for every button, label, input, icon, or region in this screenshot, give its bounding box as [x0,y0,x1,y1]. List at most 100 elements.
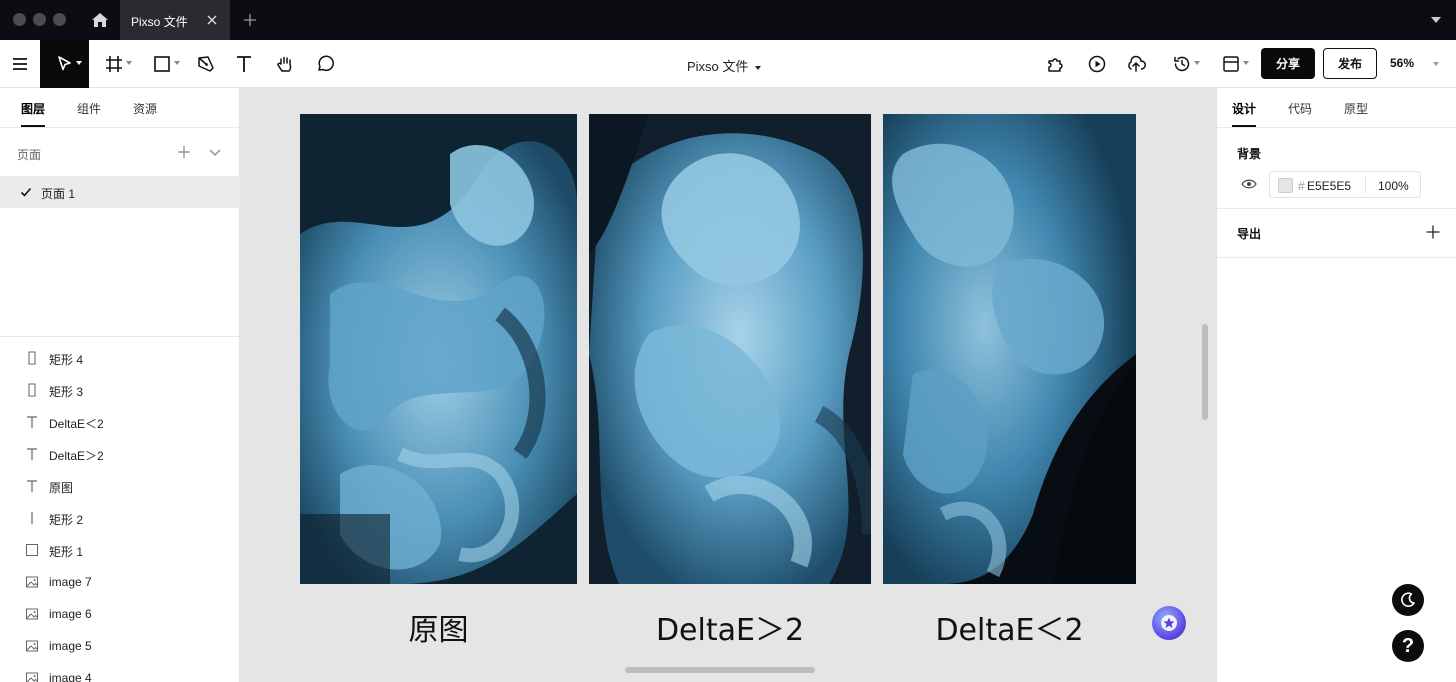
page-item-1[interactable]: 页面 1 [0,176,240,208]
active-tab-indicator [21,125,45,127]
layer-item[interactable]: DeltaE＞2 [0,438,240,470]
comment-tool-button[interactable] [309,40,341,88]
left-panel: 图层 组件 资源 页面 页面 1 矩形 4 矩形 3 DeltaE＜2 Delt… [0,88,240,682]
layer-label: image 6 [49,607,92,621]
window-close-button[interactable] [13,13,26,26]
canvas-image-deltae-gt-2[interactable] [589,114,871,584]
tab-layers[interactable]: 图层 [21,100,45,117]
canvas-image-original[interactable] [300,114,577,584]
text-icon [237,56,251,72]
plugins-button[interactable] [1042,40,1070,88]
chevron-down-icon [755,65,762,70]
caret-icon [1243,61,1249,65]
layer-item[interactable]: image 7 [0,566,240,598]
canvas-image-deltae-lt-2[interactable] [883,114,1136,584]
help-button[interactable]: ? [1392,630,1424,662]
eye-icon[interactable] [1241,178,1257,190]
background-section-title: 背景 [1237,147,1262,161]
frame-tool-button[interactable] [96,40,132,88]
add-page-plus-icon[interactable] [176,144,192,160]
theme-toggle-button[interactable] [1392,584,1424,616]
shape-tool-button[interactable] [144,40,180,88]
divider [0,336,240,337]
horizontal-scrollbar[interactable] [625,667,815,673]
cloud-upload-icon [1128,55,1146,72]
caret-icon [76,61,82,65]
tab-prototype[interactable]: 原型 [1344,100,1368,117]
pen-icon [198,56,214,72]
moon-icon [1401,592,1415,607]
text-icon [25,479,39,493]
history-button[interactable] [1164,40,1200,88]
upload-button[interactable] [1122,40,1150,88]
publish-button[interactable]: 发布 [1323,48,1377,79]
window-minimize-button[interactable] [33,13,46,26]
layer-item[interactable]: 矩形 2 [0,502,240,534]
rect-tall-icon [25,351,39,365]
layer-item[interactable]: DeltaE＜2 [0,406,240,438]
line-icon [25,511,39,525]
layout-button[interactable] [1213,40,1249,88]
hand-tool-button[interactable] [269,40,301,88]
background-opacity-input[interactable]: 100% [1378,179,1409,193]
document-title-button[interactable]: Pixso 文件 [687,56,762,75]
close-icon[interactable] [204,12,220,28]
color-swatch[interactable] [1278,178,1293,193]
tab-components[interactable]: 组件 [77,100,101,117]
background-hex-input[interactable]: E5E5E5 [1307,179,1351,193]
text-icon [25,415,39,429]
window-maximize-button[interactable] [53,13,66,26]
toolbar: Pixso 文件 分享 发布 56% [0,40,1456,88]
layer-item[interactable]: image 4 [0,662,240,682]
chevron-down-icon[interactable] [1428,13,1444,27]
text-icon [25,447,39,461]
chevron-down-icon[interactable] [207,144,223,160]
pen-tool-button[interactable] [190,40,222,88]
file-tab-label: Pixso 文件 [131,15,188,29]
home-icon[interactable] [86,8,114,32]
document-title: Pixso 文件 [687,59,749,74]
image-icon [25,575,39,589]
star-icon [1161,615,1177,631]
layer-item[interactable]: 矩形 3 [0,374,240,406]
layer-item[interactable]: image 6 [0,598,240,630]
zoom-level[interactable]: 56% [1390,56,1414,70]
caption-deltae-gt-2[interactable]: DeltaE＞2 [589,605,871,649]
design-canvas[interactable]: 原图 DeltaE＞2 DeltaE＜2 [240,88,1216,682]
tab-assets[interactable]: 资源 [133,100,157,117]
ai-assistant-button[interactable] [1152,606,1186,640]
tab-code[interactable]: 代码 [1288,100,1312,117]
right-panel: 设计 代码 原型 背景 # E5E5E5 100% 导出 ? [1216,88,1456,682]
layer-item[interactable]: 原图 [0,470,240,502]
layer-label: 矩形 3 [49,385,84,399]
layer-item[interactable]: image 5 [0,630,240,662]
background-color-field[interactable]: # E5E5E5 100% [1269,171,1421,198]
caption-original[interactable]: 原图 [300,605,577,649]
vertical-scrollbar[interactable] [1202,324,1208,420]
file-tab[interactable]: Pixso 文件 [120,0,230,40]
add-export-plus-icon[interactable] [1425,224,1441,240]
layer-label: 矩形 4 [49,353,84,367]
play-icon [1088,55,1106,73]
rectangle-icon [154,56,170,72]
share-button[interactable]: 分享 [1261,48,1315,79]
new-tab-plus-icon[interactable] [241,11,259,29]
text-tool-button[interactable] [228,40,260,88]
tab-design[interactable]: 设计 [1232,100,1256,117]
right-panel-tabs: 设计 代码 原型 [1217,88,1456,128]
caret-icon [1194,61,1200,65]
layer-item[interactable]: 矩形 1 [0,534,240,566]
layer-label: image 7 [49,575,92,589]
divider [1217,257,1456,258]
zoom-menu-button[interactable] [1430,40,1442,88]
caption-deltae-lt-2[interactable]: DeltaE＜2 [883,605,1136,649]
layer-item[interactable]: 矩形 4 [0,342,240,374]
chevron-down-icon [1433,62,1439,66]
layout-icon [1223,56,1239,72]
title-bar: Pixso 文件 [0,0,1456,40]
active-tab-indicator [1232,125,1256,127]
present-button[interactable] [1083,40,1111,88]
move-tool-button[interactable] [40,40,89,88]
menu-icon[interactable] [0,40,40,88]
hand-icon [277,56,292,72]
